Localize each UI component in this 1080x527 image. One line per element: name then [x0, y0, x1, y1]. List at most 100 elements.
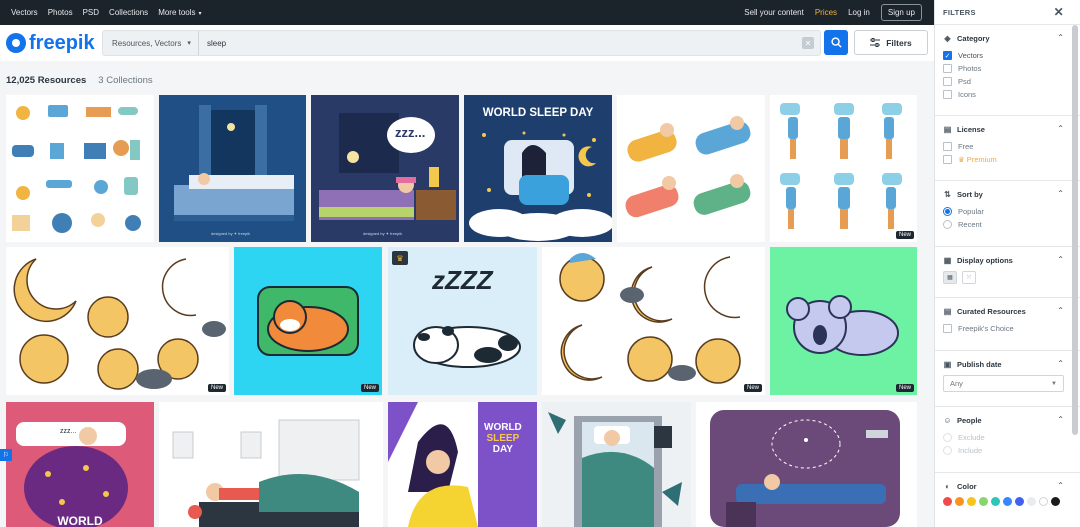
color-title[interactable]: ◐ Color [943, 482, 1072, 491]
color-swatch-yellow[interactable] [967, 497, 976, 506]
signup-button[interactable]: Sign up [880, 4, 922, 21]
freepik-logo-icon [6, 33, 26, 53]
sort-title[interactable]: ⇅ Sort by [943, 190, 1072, 199]
chevron-up-icon[interactable]: ⌃ [1057, 189, 1064, 198]
result-tile[interactable] [542, 402, 691, 527]
tile-title-text: WORLD SLEEP DAY [482, 107, 594, 119]
moons-stars-illustration [559, 253, 741, 384]
chevron-up-icon[interactable]: ⌃ [1057, 415, 1064, 424]
display-title[interactable]: ▦ Display options [943, 256, 1072, 265]
woman-sleeping-illustration [388, 402, 478, 527]
chevron-up-icon[interactable]: ⌃ [1057, 306, 1064, 315]
nav-collections[interactable]: Collections [109, 8, 148, 17]
bedroom-illustration [174, 105, 294, 221]
result-tile[interactable]: zzz... WORLD [6, 402, 154, 527]
result-tile[interactable] [696, 402, 917, 527]
login-link[interactable]: Log in [848, 8, 870, 17]
nav-vectors[interactable]: Vectors [11, 8, 38, 17]
result-tile[interactable]: New [770, 95, 917, 242]
result-tile[interactable]: WORLD SLEEP DAY [464, 95, 612, 242]
curated-title[interactable]: ▤ Curated Resources [943, 307, 1072, 316]
result-tile[interactable] [617, 95, 765, 242]
license-premium[interactable]: ♛ Premium [943, 153, 1072, 166]
category-icon: ◈ [944, 34, 951, 43]
search-input[interactable]: sleep [199, 39, 802, 48]
nav-photos[interactable]: Photos [48, 8, 73, 17]
sidebar-scrollbar[interactable] [1072, 25, 1078, 435]
category-icons[interactable]: Icons [943, 88, 1072, 101]
nav-more-tools[interactable]: More tools ▾ [158, 8, 211, 17]
curated-freepiks-choice[interactable]: Freepik's Choice [943, 322, 1072, 335]
category-vectors[interactable]: ✓ Vectors [943, 49, 1072, 62]
radio-icon [943, 220, 952, 229]
result-tile[interactable] [6, 95, 154, 242]
people-title[interactable]: ☺ People [943, 416, 1072, 425]
chevron-up-icon[interactable]: ⌃ [1057, 124, 1064, 133]
clear-search-icon[interactable]: ✕ [802, 37, 814, 49]
prices-link[interactable]: Prices [815, 8, 837, 17]
category-title[interactable]: ◈ Category [943, 34, 1072, 43]
koala-sleeping-illustration [786, 295, 899, 356]
result-tile[interactable]: zzz... designed by ✦ freepik [311, 95, 459, 242]
filters-title: FILTERS [943, 7, 976, 17]
filters-button[interactable]: Filters [854, 30, 928, 55]
crown-icon: ♛ [958, 155, 965, 164]
color-swatch-black[interactable] [1051, 497, 1060, 506]
people-exclude[interactable]: Exclude [943, 431, 1072, 444]
category-photos[interactable]: Photos [943, 62, 1072, 75]
option-label: Recent [958, 220, 982, 229]
premium-crown-icon: ♛ [392, 251, 408, 265]
checkbox-checked-icon: ✓ [943, 51, 952, 60]
collections-link[interactable]: 3 Collections [98, 75, 152, 86]
filters-button-label: Filters [886, 37, 912, 48]
option-label: Popular [958, 207, 984, 216]
chevron-up-icon[interactable]: ⌃ [1057, 481, 1064, 490]
license-free[interactable]: Free [943, 140, 1072, 153]
tile-title-text: WORLD SLEEP DAY [484, 422, 522, 455]
search-scope-select[interactable]: Resources, Vectors ▾ [103, 31, 199, 55]
nav-psd[interactable]: PSD [83, 8, 99, 17]
color-swatch-indigo[interactable] [1015, 497, 1024, 506]
sell-content-link[interactable]: Sell your content [744, 8, 804, 17]
chevron-down-icon: ▾ [198, 11, 202, 17]
color-swatch-orange[interactable] [955, 497, 964, 506]
color-swatch-green[interactable] [979, 497, 988, 506]
publish-date-select[interactable]: Any ▼ [943, 375, 1064, 392]
result-tile[interactable]: New [234, 247, 382, 395]
color-swatch-blue[interactable] [1003, 497, 1012, 506]
result-tile[interactable]: New [770, 247, 917, 395]
option-label: Include [958, 446, 983, 455]
freepik-logo[interactable]: freepik [6, 32, 102, 55]
chevron-up-icon[interactable]: ⌃ [1057, 359, 1064, 368]
people-include[interactable]: Include [943, 444, 1072, 457]
man-in-bed-topview-illustration [548, 412, 682, 527]
category-psd[interactable]: Psd [943, 75, 1072, 88]
result-tile[interactable]: New [6, 247, 229, 395]
sort-popular[interactable]: Popular [943, 205, 1072, 218]
sleeping-positions-illustration [780, 103, 902, 229]
option-label: Vectors [958, 51, 984, 60]
grid-large-icon[interactable]: ▦ [943, 271, 957, 284]
sort-recent[interactable]: Recent [943, 218, 1072, 231]
result-tile[interactable]: New [542, 247, 765, 395]
color-swatch-white[interactable] [1039, 497, 1048, 506]
chevron-up-icon[interactable]: ⌃ [1057, 255, 1064, 264]
color-swatch-red[interactable] [943, 497, 952, 506]
close-icon[interactable]: ✕ [1054, 5, 1064, 19]
result-tile[interactable]: designed by ✦ freepik [159, 95, 306, 242]
result-tile[interactable] [159, 402, 383, 527]
color-section: ◐ Color ⌃ [935, 473, 1080, 512]
feedback-icon[interactable]: ⚐ [0, 449, 12, 461]
tile-title-line: DAY [492, 444, 513, 455]
color-swatch-gray[interactable] [1027, 497, 1036, 506]
result-tile[interactable]: ♛ zZZZ [388, 247, 537, 395]
publish-title[interactable]: ▣ Publish date [943, 360, 1072, 369]
license-title[interactable]: ▤ License [943, 125, 1072, 134]
result-tile[interactable]: WORLD SLEEP DAY [388, 402, 537, 527]
search-button[interactable] [824, 30, 848, 55]
category-section: ◈ Category ⌃ ✓ Vectors Photos Psd Icons [935, 25, 1080, 116]
chevron-up-icon[interactable]: ⌃ [1057, 33, 1064, 42]
option-label: Premium [966, 155, 997, 164]
grid-small-icon[interactable]: ⁙ [962, 271, 976, 284]
color-swatch-teal[interactable] [991, 497, 1000, 506]
